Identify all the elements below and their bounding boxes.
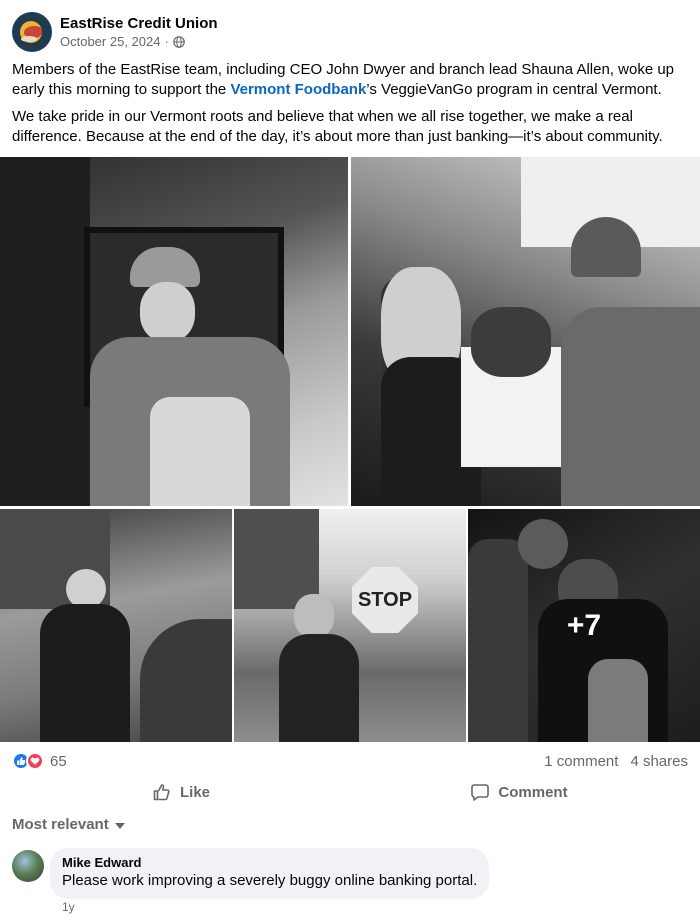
sort-label: Most relevant [12, 816, 109, 833]
header-text: EastRise Credit Union October 25, 2024 · [60, 14, 218, 51]
more-photos-overlay[interactable]: +7 [468, 509, 700, 742]
comment-timestamp[interactable]: 1y [62, 900, 75, 914]
like-label: Like [179, 783, 210, 801]
commenter-name[interactable]: Mike Edward [62, 855, 477, 871]
photo-2[interactable] [351, 157, 700, 506]
comment-button[interactable]: Comment [350, 778, 688, 806]
paragraph-text: ’s VeggieVanGo program in central Vermon… [366, 81, 662, 98]
comment-label: Comment [498, 783, 568, 801]
page-name-link[interactable]: EastRise Credit Union [60, 14, 218, 33]
photo-4[interactable]: STOP [234, 509, 466, 742]
stop-sign: STOP [352, 567, 418, 633]
photo-1[interactable] [0, 157, 348, 506]
post-header: EastRise Credit Union October 25, 2024 · [12, 12, 688, 52]
like-button[interactable]: Like [12, 778, 350, 806]
chevron-down-icon [114, 822, 125, 829]
action-bar: Like Comment [12, 778, 688, 806]
reaction-count: 65 [50, 752, 67, 770]
shares-count-link[interactable]: 4 shares [630, 753, 688, 770]
photo-5[interactable]: +7 [468, 509, 700, 742]
meta-separator: · [164, 33, 169, 49]
stats-right: 1 comment 4 shares [544, 753, 688, 770]
comment-item: Mike Edward Please work improving a seve… [12, 848, 688, 899]
page-avatar[interactable] [12, 12, 52, 52]
globe-icon [173, 35, 185, 48]
commenter-avatar[interactable] [12, 850, 44, 882]
reactions-summary[interactable]: 65 [12, 752, 67, 770]
comment-icon [471, 784, 490, 801]
post-date[interactable]: October 25, 2024 [60, 33, 160, 51]
photo-3[interactable] [0, 509, 232, 742]
post-paragraph-1: Members of the EastRise team, including … [12, 60, 692, 100]
comment-bubble: Mike Edward Please work improving a seve… [50, 848, 490, 899]
comments-count-link[interactable]: 1 comment [544, 753, 618, 770]
post-paragraph-2: We take pride in our Vermont roots and b… [12, 108, 663, 145]
vermont-foodbank-link[interactable]: Vermont Foodbank [230, 81, 366, 98]
post-body: Members of the EastRise team, including … [12, 60, 692, 154]
thumbs-up-icon [153, 784, 170, 801]
love-reaction-icon [26, 752, 44, 770]
post-meta: October 25, 2024 · [60, 33, 218, 51]
comment-text: Please work improving a severely buggy o… [62, 872, 478, 889]
more-photos-count: +7 [566, 608, 602, 642]
post-stats: 65 1 comment 4 shares [12, 750, 688, 772]
photo-grid: STOP +7 [0, 157, 700, 742]
comment-sort-dropdown[interactable]: Most relevant [12, 816, 125, 833]
